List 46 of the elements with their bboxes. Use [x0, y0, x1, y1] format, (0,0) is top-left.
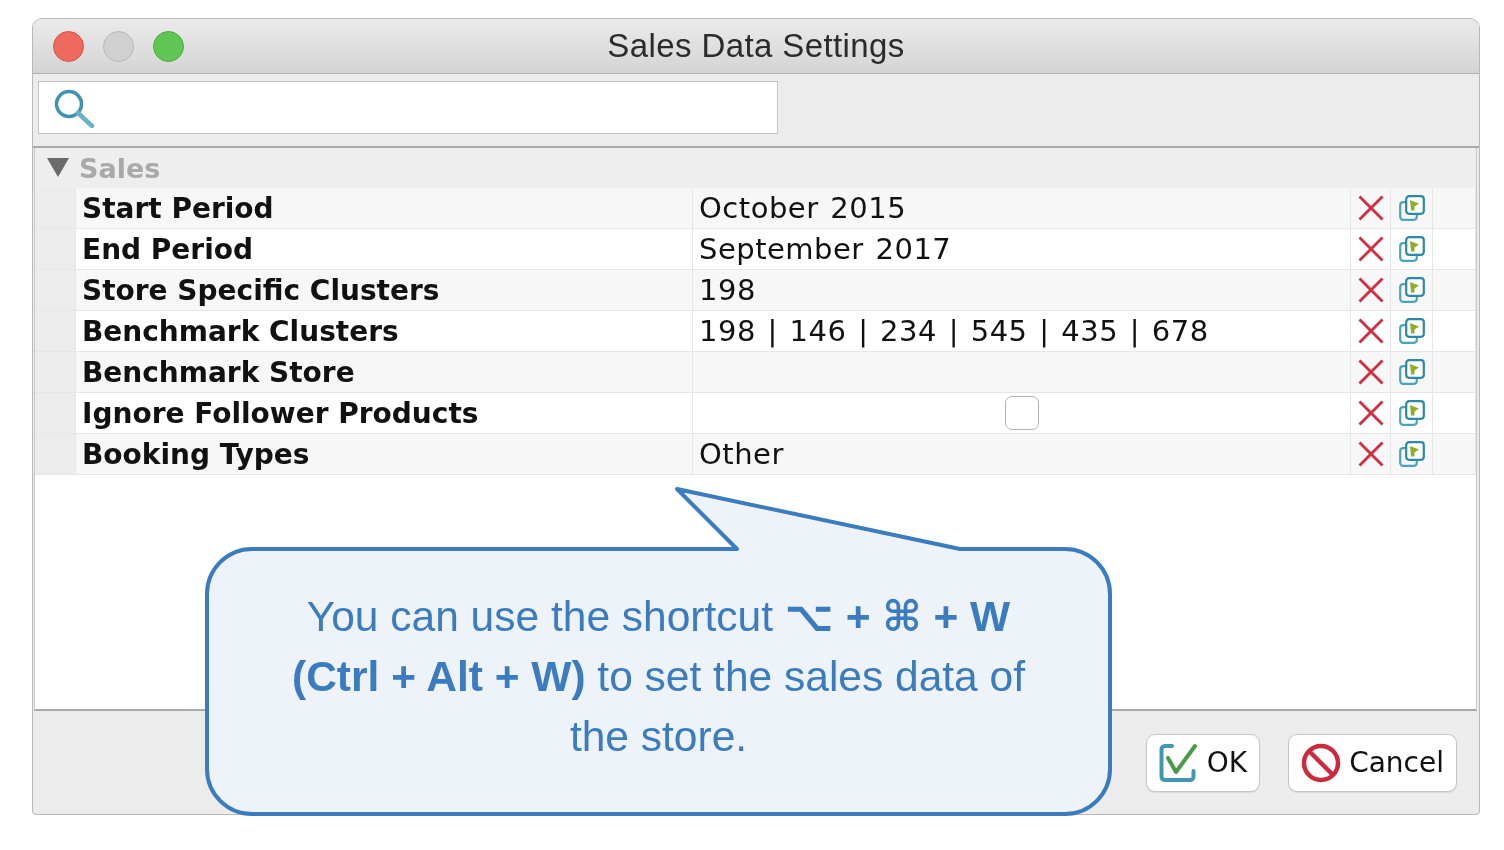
property-name: End Period [76, 229, 693, 270]
row-header [35, 434, 76, 475]
property-name: Ignore Follower Products [76, 393, 693, 434]
checkmark-icon [1158, 742, 1199, 783]
cancel-button[interactable]: Cancel [1288, 733, 1457, 792]
property-value[interactable]: 198 [693, 270, 1351, 311]
property-value[interactable]: Other [693, 434, 1351, 475]
close-button[interactable] [53, 30, 84, 62]
row-header [35, 352, 76, 393]
property-name: Benchmark Clusters [76, 311, 693, 352]
cross-icon[interactable] [1357, 318, 1384, 344]
row-header [35, 229, 76, 270]
search-field[interactable] [38, 81, 778, 134]
cross-icon[interactable] [1357, 277, 1384, 303]
copy-icon[interactable] [1398, 195, 1425, 221]
property-value[interactable]: October 2015 [693, 188, 1351, 229]
callout-text: You can use the shortcut ⌥ + ⌘ + W (Ctrl + Alt + W) to set the sales data of the store. [291, 592, 1026, 762]
copy-icon[interactable] [1398, 400, 1425, 426]
checkbox[interactable] [1004, 396, 1039, 430]
copy-icon[interactable] [1398, 236, 1425, 262]
property-name: Start Period [76, 188, 693, 229]
row-header [35, 311, 76, 352]
property-name: Booking Types [76, 434, 693, 475]
prohibited-icon [1301, 742, 1342, 783]
property-value[interactable]: 198 | 146 | 234 | 545 | 435 | 678 [693, 311, 1351, 352]
copy-icon[interactable] [1398, 359, 1425, 385]
property-value[interactable]: September 2017 [693, 229, 1351, 270]
cross-icon[interactable] [1357, 236, 1384, 262]
cross-icon[interactable] [1357, 195, 1384, 221]
row-header [35, 393, 76, 434]
cross-icon[interactable] [1357, 400, 1384, 426]
value-field[interactable] [693, 352, 1351, 393]
search-icon [53, 87, 95, 128]
cross-icon[interactable] [1357, 359, 1384, 385]
group-title: Sales [79, 152, 161, 184]
copy-icon[interactable] [1398, 277, 1425, 303]
copy-icon[interactable] [1398, 318, 1425, 344]
property-name: Store Specific Clusters [76, 270, 693, 311]
property-name: Benchmark Store [76, 352, 693, 393]
cross-icon[interactable] [1357, 441, 1384, 467]
disclosure-triangle-icon[interactable] [47, 158, 69, 178]
copy-icon[interactable] [1398, 441, 1425, 467]
window-title: Sales Data Settings [607, 27, 905, 65]
ok-button[interactable]: OK [1145, 733, 1261, 792]
zoom-button[interactable] [153, 30, 184, 62]
row-header [35, 270, 76, 311]
